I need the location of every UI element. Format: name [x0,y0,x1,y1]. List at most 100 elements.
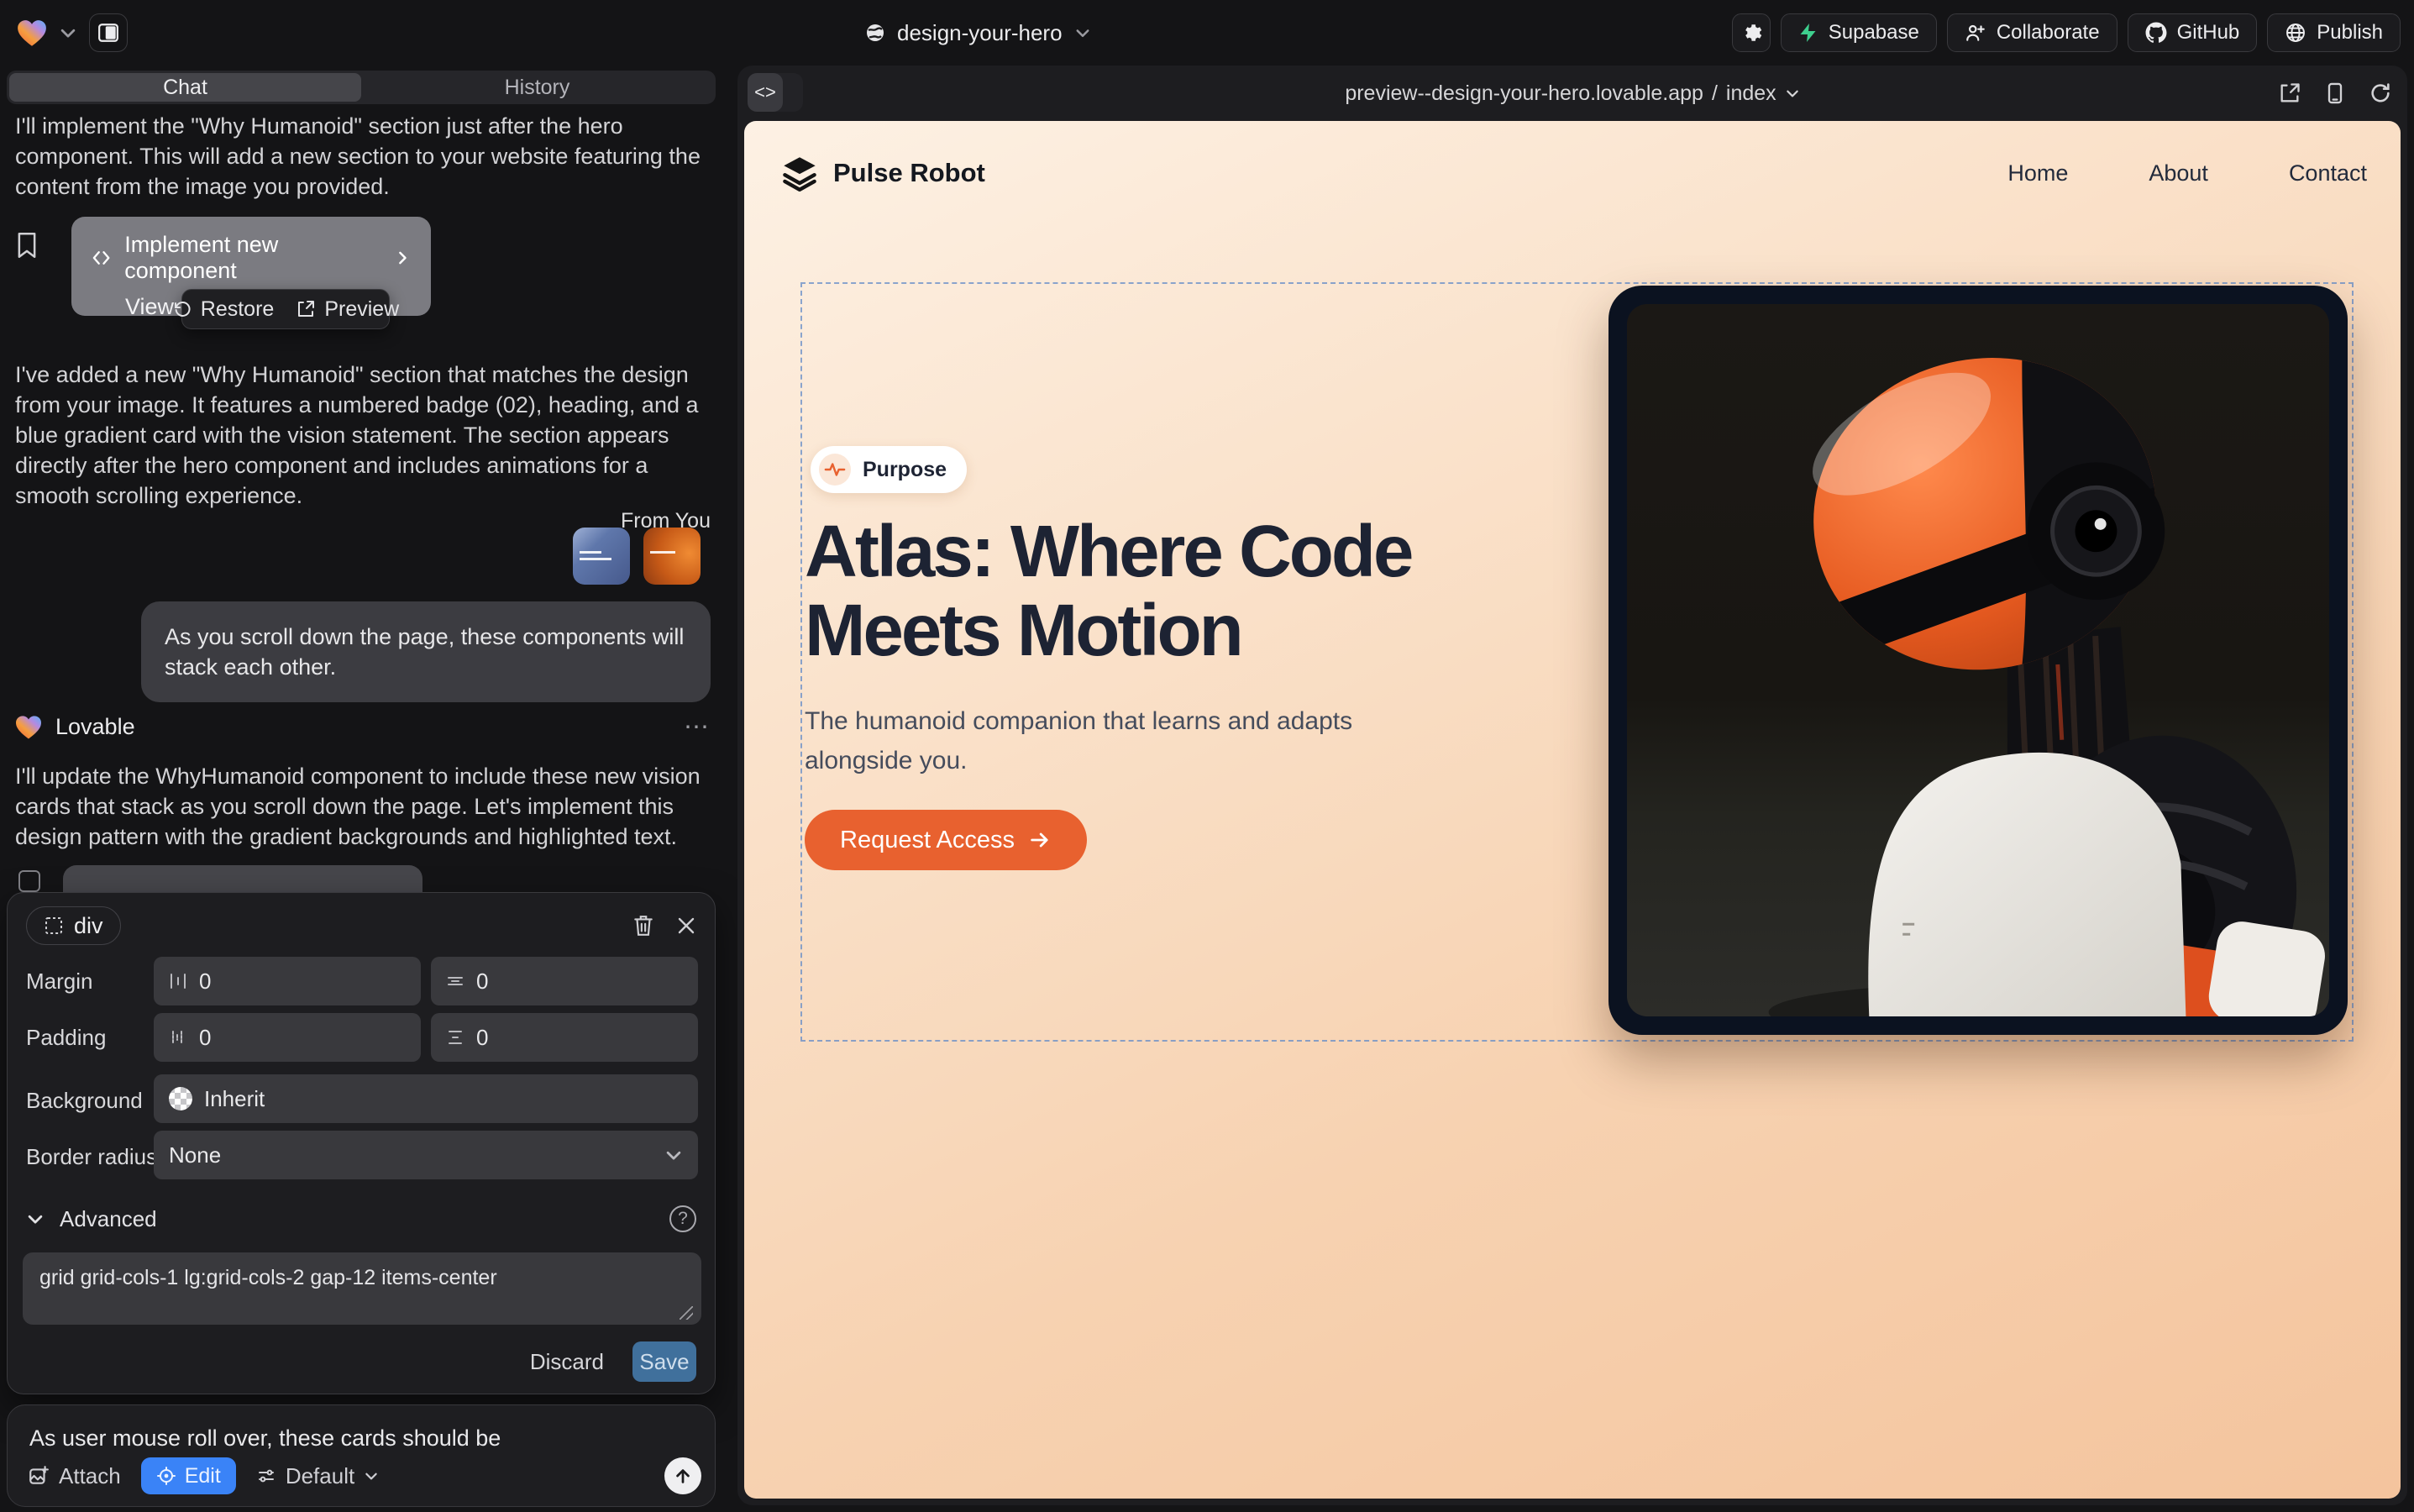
badge-label: Purpose [863,458,947,482]
nav-contact[interactable]: Contact [2289,160,2367,186]
panel-left-icon [97,22,119,44]
dashed-box-icon [44,916,64,936]
site-logo[interactable]: Pulse Robot [781,155,985,192]
purpose-badge: Purpose [811,446,967,493]
chat-panel: Chat History I'll implement the "Why Hum… [7,66,716,1512]
refresh-icon[interactable] [2369,81,2392,105]
project-switcher[interactable]: design-your-hero [865,0,1091,66]
tab-chat[interactable]: Chat [9,73,361,102]
close-icon[interactable] [676,916,696,936]
app-topbar: design-your-hero Supabase Collaborate Gi… [0,0,2414,66]
bookmark-icon[interactable] [15,232,39,259]
settings-button[interactable] [1732,13,1771,52]
sidebar-toggle-button[interactable] [89,13,128,52]
advanced-chevron-icon[interactable] [26,1210,45,1228]
hero-subtitle: The humanoid companion that learns and a… [805,702,1376,780]
save-button[interactable]: Save [632,1341,696,1382]
attach-image-icon [28,1465,50,1487]
supabase-button[interactable]: Supabase [1781,13,1937,52]
robot-image [1627,304,2329,1016]
site-canvas: Pulse Robot Home About Contact Purpose A… [744,121,2401,1499]
code-icon [92,247,111,269]
preview-url: preview--design-your-hero.lovable.app [1345,81,1703,106]
edit-mode-button[interactable]: Edit [141,1457,236,1494]
mode-chevron-icon [364,1468,379,1483]
lovable-avatar-icon [15,715,42,740]
gear-icon [1740,22,1762,44]
chat-history-tabs: Chat History [7,71,716,104]
padding-y-input[interactable]: 0 [431,1013,698,1062]
chat-composer[interactable]: As user mouse roll over, these cards sho… [7,1404,716,1507]
hero-image-card [1608,286,2348,1035]
attachment-thumbnail-blue[interactable] [573,528,630,585]
github-button[interactable]: GitHub [2128,13,2258,52]
arrow-right-icon [1028,828,1052,852]
assistant-message-2: I've added a new "Why Humanoid" section … [15,360,711,511]
padding-y-icon [446,1028,464,1047]
preview-pane: <> preview--design-your-hero.lovable.app… [737,66,2407,1505]
border-radius-label: Border radius [26,1144,157,1170]
restore-icon [172,299,192,319]
sliders-icon [256,1466,276,1486]
margin-label: Margin [26,969,92,995]
padding-x-icon [169,1028,187,1047]
collaborate-icon [1965,22,1986,44]
project-name: design-your-hero [897,20,1063,46]
message-options-button[interactable]: ⋯ [684,712,711,742]
margin-x-input[interactable]: 0 [154,957,421,1005]
open-in-new-icon[interactable] [2278,81,2301,105]
advanced-classes-textarea[interactable]: grid grid-cols-1 lg:grid-cols-2 gap-12 i… [23,1252,701,1325]
request-access-button[interactable]: Request Access [805,810,1087,870]
assistant-name: Lovable [55,714,135,740]
supabase-icon [1798,23,1818,43]
tab-history[interactable]: History [361,73,713,102]
textarea-resize-handle[interactable] [680,1306,693,1320]
attachment-thumbnail-orange[interactable] [643,528,701,585]
hero-title: Atlas: Where Code Meets Motion [805,512,1577,670]
margin-y-input[interactable]: 0 [431,957,698,1005]
lovable-logo-icon[interactable] [17,19,47,47]
border-radius-select[interactable]: None [154,1131,698,1179]
element-inspector: div Margin 0 0 Padding 0 0 Background In… [7,892,716,1394]
layers-icon [781,155,818,192]
assistant-message-1: I'll implement the "Why Humanoid" sectio… [15,111,711,202]
target-icon [156,1466,176,1486]
nav-about[interactable]: About [2149,160,2208,186]
nav-home[interactable]: Home [2007,160,2068,186]
send-button[interactable] [664,1457,701,1494]
help-icon[interactable]: ? [669,1205,696,1232]
preview-button[interactable]: Preview [296,297,399,322]
logo-chevron-down-icon[interactable] [59,24,77,42]
background-label: Background [26,1088,143,1114]
attach-button[interactable]: Attach [28,1463,121,1489]
publish-button[interactable]: Publish [2267,13,2401,52]
mobile-view-icon[interactable] [2323,81,2347,105]
chevron-right-icon [394,249,411,267]
component-card-title: Implement new component [124,232,367,284]
delete-element-icon[interactable] [632,914,654,937]
external-link-icon [296,299,316,319]
composer-draft-text[interactable]: As user mouse roll over, these cards sho… [29,1425,501,1452]
padding-x-input[interactable]: 0 [154,1013,421,1062]
restore-preview-toolbar: Restore Preview [181,289,390,329]
discard-button[interactable]: Discard [530,1349,604,1375]
user-message-bubble: As you scroll down the page, these compo… [141,601,711,702]
margin-y-icon [446,972,464,990]
url-chevron-icon [1785,86,1800,101]
advanced-label[interactable]: Advanced [60,1206,157,1232]
arrow-up-icon [674,1467,692,1485]
collaborate-button[interactable]: Collaborate [1947,13,2117,52]
selected-element-pill[interactable]: div [26,906,121,945]
margin-x-icon [169,972,187,990]
preview-page-name: index [1726,81,1776,106]
project-chevron-down-icon [1074,24,1091,41]
padding-label: Padding [26,1025,106,1051]
mode-select[interactable]: Default [256,1463,379,1489]
github-icon [2145,22,2167,44]
assistant-header: Lovable ⋯ [15,712,711,742]
assistant-message-3: I'll update the WhyHumanoid component to… [15,761,711,852]
publish-globe-icon [2285,22,2306,44]
restore-button[interactable]: Restore [172,297,275,322]
preview-url-bar[interactable]: preview--design-your-hero.lovable.app / … [737,66,2407,121]
background-input[interactable]: Inherit [154,1074,698,1123]
